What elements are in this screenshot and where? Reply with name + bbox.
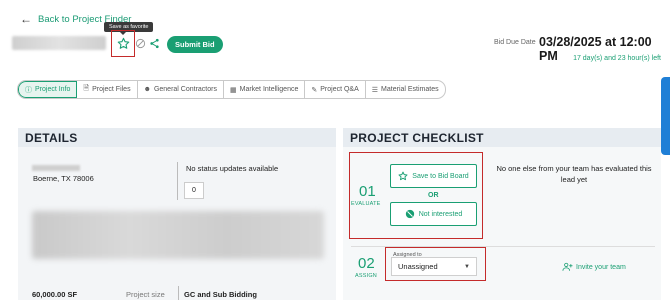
- step-label-evaluate: EVALUATE: [351, 201, 381, 207]
- info-icon: ⓘ: [25, 86, 32, 94]
- tab-label: Market Intelligence: [239, 86, 299, 93]
- assign-highlight: Assigned to Unassigned ▼: [385, 247, 486, 281]
- evaluation-note: No one else from your team has evaluated…: [496, 164, 652, 184]
- not-interested-button[interactable]: Not interested: [390, 202, 477, 226]
- submit-bid-button[interactable]: Submit Bid: [167, 36, 223, 53]
- assignee-dropdown[interactable]: Unassigned ▼: [391, 257, 477, 276]
- add-user-icon: [562, 262, 573, 271]
- project-title-redacted: [12, 36, 106, 50]
- tab-project-files[interactable]: 🗎 Project Files: [77, 81, 138, 98]
- button-label: Not interested: [418, 210, 463, 218]
- checklist-title: PROJECT CHECKLIST: [343, 128, 661, 147]
- side-feedback-tab[interactable]: [661, 77, 670, 155]
- ban-icon: [405, 209, 414, 219]
- tab-label: Project Files: [92, 86, 131, 93]
- project-size-value: 60,000.00 SF: [32, 290, 78, 299]
- chart-icon: ▦: [229, 86, 237, 94]
- invite-team-button[interactable]: Invite your team: [562, 262, 626, 272]
- details-title: DETAILS: [18, 128, 336, 147]
- tab-label: Project Q&A: [320, 86, 359, 93]
- tab-label: General Contractors: [153, 86, 217, 93]
- tab-label: Material Estimates: [381, 86, 439, 93]
- save-to-bid-board-button[interactable]: Save to Bid Board: [390, 164, 477, 188]
- tab-project-qa[interactable]: ✎ Project Q&A: [305, 81, 366, 98]
- details-panel: DETAILS Boerne, TX 78006 No status updat…: [18, 128, 336, 300]
- share-button[interactable]: [148, 37, 160, 49]
- tab-label: Project Info: [35, 86, 71, 93]
- project-location: Boerne, TX 78006: [33, 174, 94, 183]
- bid-due-date-label: Bid Due Date: [494, 39, 536, 46]
- favorite-button[interactable]: [111, 30, 135, 57]
- status-updates-text: No status updates available: [186, 164, 279, 173]
- caret-down-icon: ▼: [464, 263, 470, 270]
- share-icon: [149, 38, 159, 48]
- address-redacted: [32, 165, 80, 171]
- document-icon: ☰: [371, 86, 379, 94]
- time-remaining: 17 day(s) and 23 hour(s) left: [573, 55, 661, 62]
- status-count: 0: [184, 182, 204, 199]
- divider: [178, 286, 179, 300]
- bidding-type: GC and Sub Bidding: [184, 290, 257, 299]
- tab-material-estimates[interactable]: ☰ Material Estimates: [366, 81, 445, 98]
- project-checklist-panel: PROJECT CHECKLIST 01 EVALUATE Save to Bi…: [343, 128, 661, 300]
- file-icon: 🗎: [83, 85, 90, 92]
- step-number-assign: 02: [358, 255, 375, 272]
- chat-icon: ✎: [311, 86, 318, 94]
- project-size-label: Project size: [126, 290, 165, 299]
- button-label: Save to Bid Board: [412, 172, 469, 180]
- assignee-value: Unassigned: [398, 262, 438, 271]
- tab-market-intelligence[interactable]: ▦ Market Intelligence: [224, 81, 306, 98]
- step-number-evaluate: 01: [359, 183, 376, 200]
- tab-general-contractors[interactable]: ☻ General Contractors: [138, 81, 224, 98]
- star-icon: [117, 37, 129, 49]
- description-redacted: [32, 211, 324, 259]
- or-separator: OR: [428, 192, 439, 199]
- step-label-assign: ASSIGN: [355, 273, 377, 279]
- star-icon: [398, 171, 408, 181]
- invite-label: Invite your team: [576, 263, 626, 271]
- tab-project-info[interactable]: ⓘ Project Info: [18, 81, 78, 98]
- arrow-left-icon: ←: [20, 12, 32, 26]
- not-interested-toggle[interactable]: [134, 37, 146, 49]
- divider: [177, 162, 178, 200]
- ban-icon: [135, 38, 145, 48]
- project-tabs: ⓘ Project Info 🗎 Project Files ☻ General…: [17, 80, 446, 99]
- user-icon: ☻: [143, 86, 151, 93]
